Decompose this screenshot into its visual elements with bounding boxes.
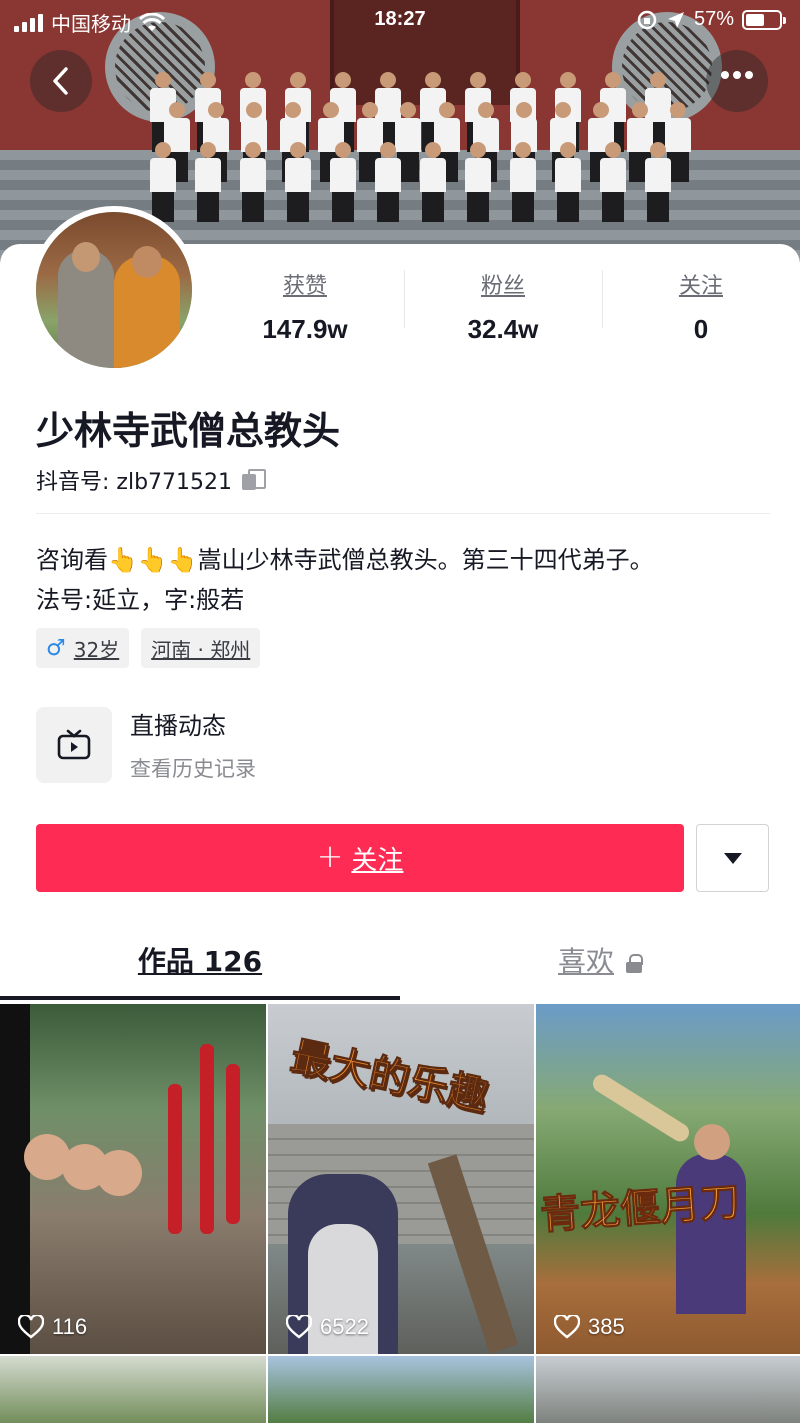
heart-icon (286, 1315, 312, 1339)
cover-person (510, 142, 536, 222)
like-count: 385 (588, 1314, 625, 1339)
status-bar: 中国移动 18:27 57% (0, 0, 800, 40)
like-count: 6522 (320, 1314, 369, 1339)
stat-label: 获赞 (282, 274, 327, 299)
battery-percent: 57% (693, 8, 734, 30)
douyin-id-row: 抖音号: zlb771521 (36, 464, 267, 496)
cover-person (330, 142, 356, 222)
content-tabs: 作品 126 喜欢 (0, 940, 800, 1002)
cover-person (465, 142, 491, 222)
stat-label: 粉丝 (480, 274, 525, 299)
cover-person (645, 142, 671, 222)
live-title: 直播动态 (130, 712, 226, 740)
profile-tags: ♂ 32岁 河南 · 郑州 (36, 628, 261, 668)
recommend-dropdown-button[interactable] (696, 824, 769, 892)
cover-person (555, 142, 581, 222)
male-icon: ♂ (46, 635, 66, 661)
cover-person (240, 142, 266, 222)
profile-name: 少林寺武僧总教头 (36, 409, 341, 453)
avatar[interactable] (30, 206, 198, 374)
more-button[interactable] (706, 50, 768, 112)
video-thumbnail[interactable]: 青龙偃月刀 385 (536, 1004, 800, 1354)
live-history-entry[interactable]: 直播动态 查看历史记录 (36, 706, 256, 783)
tv-icon (36, 706, 112, 783)
location-label: 河南 · 郑州 (151, 637, 251, 662)
heart-icon (18, 1315, 44, 1339)
stat-label: 关注 (678, 274, 723, 299)
rotation-lock-icon (637, 10, 657, 29)
cover-person (375, 142, 401, 222)
divider (36, 513, 770, 514)
video-thumbnail[interactable] (536, 1356, 800, 1423)
stat-followers[interactable]: 粉丝 32.4w (404, 268, 602, 348)
tab-likes-label: 喜欢 (557, 945, 614, 978)
active-tab-indicator (0, 996, 400, 1000)
douyin-id-value: zlb771521 (116, 470, 233, 495)
bio-line-2: 法号:延立，字:般若 (36, 586, 245, 614)
cover-person (420, 142, 446, 222)
video-thumbnail[interactable] (268, 1356, 534, 1423)
video-thumbnail[interactable] (0, 1356, 266, 1423)
lock-icon (626, 954, 643, 973)
bio: 咨询看👆👆👆嵩山少林寺武僧总教头。第三十四代弟子。 法号:延立，字:般若 (36, 540, 776, 620)
stats-row: 获赞 147.9w 粉丝 32.4w 关注 0 (206, 268, 800, 348)
back-button[interactable] (30, 50, 92, 112)
more-dots-icon (721, 71, 753, 79)
video-thumbnail[interactable]: 最大的乐趣 6522 (268, 1004, 534, 1354)
age-label: 32岁 (73, 637, 120, 662)
douyin-id-label: 抖音号: (36, 470, 117, 495)
copy-icon[interactable] (242, 469, 267, 491)
bio-line-1: 咨询看👆👆👆嵩山少林寺武僧总教头。第三十四代弟子。 (36, 546, 654, 574)
profile-page: 中国移动 18:27 57% 获赞 147.9w 粉丝 32.4w 关注 0 少… (0, 0, 800, 1423)
follow-label: 关注 (351, 845, 404, 876)
live-subtitle: 查看历史记录 (130, 757, 256, 781)
stat-following[interactable]: 关注 0 (602, 268, 800, 348)
tab-works[interactable]: 作品 126 (0, 940, 400, 980)
stat-value: 147.9w (262, 314, 348, 344)
location-icon (667, 11, 684, 28)
like-count: 116 (52, 1314, 88, 1339)
tab-likes[interactable]: 喜欢 (400, 940, 800, 980)
location-tag[interactable]: 河南 · 郑州 (141, 628, 261, 668)
cover-person (195, 142, 221, 222)
follow-button[interactable]: + 关注 (36, 824, 684, 892)
triangle-down-icon (723, 852, 742, 864)
cover-person (600, 142, 626, 222)
age-tag[interactable]: ♂ 32岁 (36, 628, 130, 668)
stat-likes[interactable]: 获赞 147.9w (206, 268, 404, 348)
video-caption: 最大的乐趣 (286, 1033, 492, 1121)
tab-works-label: 作品 126 (137, 945, 263, 978)
video-thumbnail[interactable]: 116 (0, 1004, 266, 1354)
battery-icon (742, 9, 786, 30)
cover-person (150, 142, 176, 222)
stat-value: 0 (693, 314, 709, 344)
plus-icon: + (316, 837, 344, 875)
stat-value: 32.4w (467, 314, 539, 344)
cover-person (285, 142, 311, 222)
heart-icon (554, 1315, 580, 1339)
chevron-left-icon (53, 67, 68, 95)
